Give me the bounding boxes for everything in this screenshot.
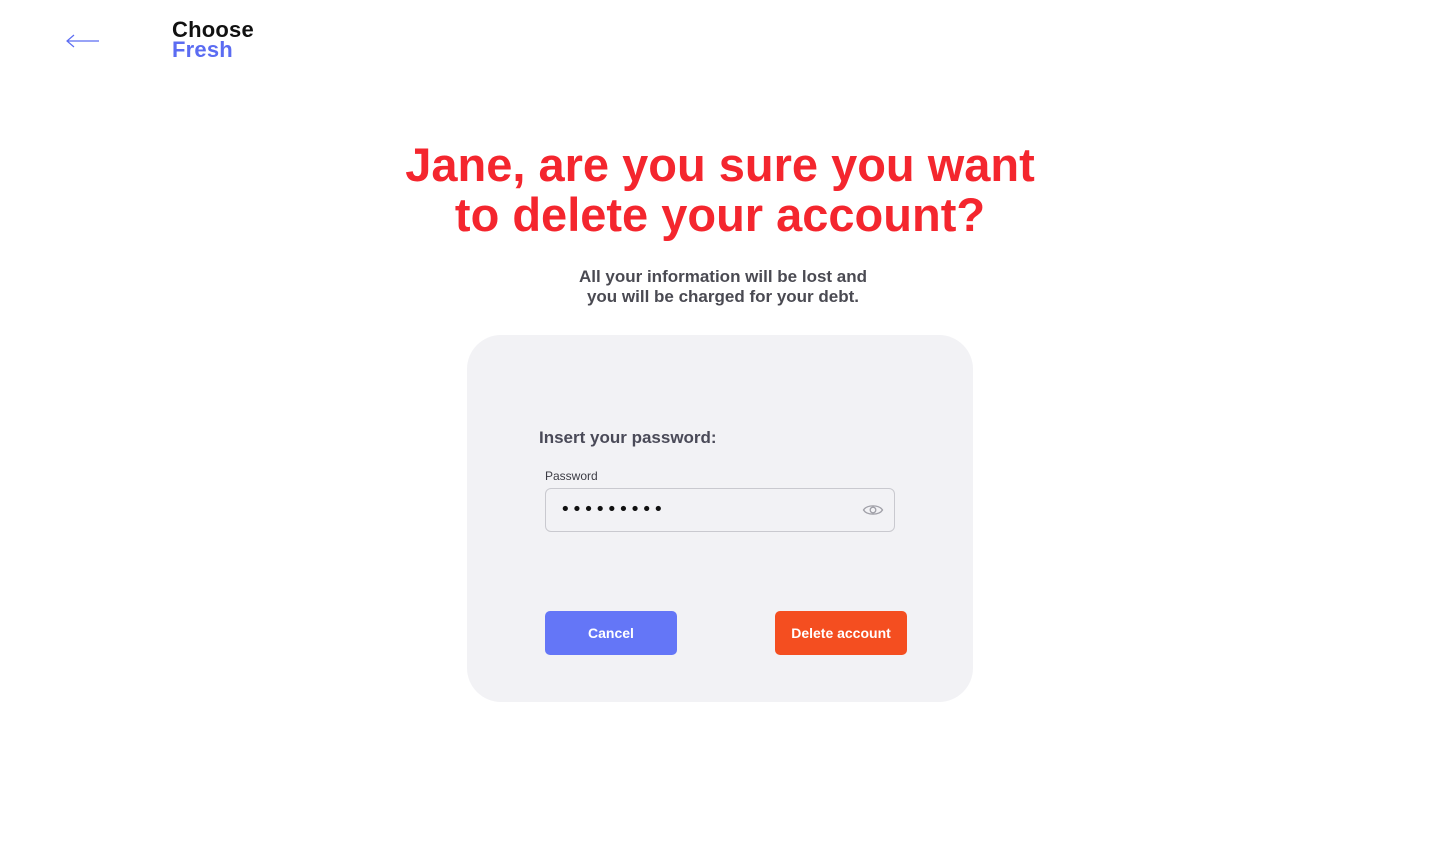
title-line-1: Jane, are you sure you want xyxy=(405,138,1035,191)
arrow-left-icon xyxy=(66,34,99,48)
subtitle-line-2: you will be charged for your debt. xyxy=(586,287,860,306)
eye-icon[interactable] xyxy=(862,501,884,519)
warning-subtitle: All your information will be lost and yo… xyxy=(0,267,1440,307)
delete-account-button[interactable]: Delete account xyxy=(775,611,907,655)
password-field[interactable]: ••••••••• xyxy=(545,488,895,532)
back-button[interactable] xyxy=(62,26,104,56)
password-value: ••••••••• xyxy=(560,499,665,520)
logo-word-fresh: Fresh xyxy=(172,37,233,62)
password-prompt: Insert your password: xyxy=(539,428,717,447)
confirmation-card: Insert your password: Password •••••••••… xyxy=(467,335,973,702)
delete-account-page: Choose Fresh Jane, are you sure you want… xyxy=(0,0,1440,860)
page-title: Jane, are you sure you want to delete yo… xyxy=(0,140,1440,240)
password-label: Password xyxy=(545,469,598,483)
subtitle-line-1: All your information will be lost and xyxy=(578,267,868,286)
brand-logo[interactable]: Choose Fresh xyxy=(172,19,254,62)
cancel-button[interactable]: Cancel xyxy=(545,611,677,655)
title-line-2: to delete your account? xyxy=(454,188,986,241)
